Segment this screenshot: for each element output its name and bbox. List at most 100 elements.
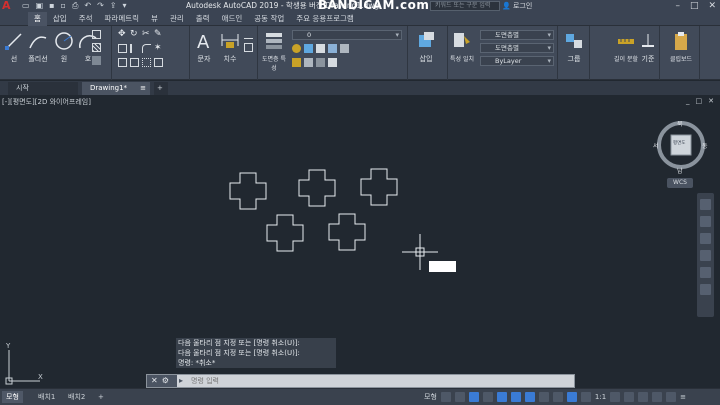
close-icon[interactable]: ✕ <box>708 0 716 12</box>
ribbon-tab[interactable]: 출력 <box>190 12 216 26</box>
tab-start[interactable]: 시작 <box>8 82 78 95</box>
layer-isolate-icon[interactable] <box>328 44 337 53</box>
array-icon[interactable] <box>142 58 151 67</box>
autocad-logo[interactable]: A <box>2 0 18 12</box>
layer-dropdown[interactable]: 0 <box>292 30 402 40</box>
workspace-dropdown-icon[interactable]: ▾ <box>122 1 126 11</box>
ribbon-tab[interactable]: 관리 <box>164 12 190 26</box>
table-icon[interactable] <box>244 43 253 52</box>
lineweight-toggle-icon[interactable] <box>538 392 549 402</box>
offset-icon[interactable] <box>154 58 163 67</box>
cross-shape-5[interactable] <box>328 213 366 251</box>
save-icon[interactable]: ▪ <box>49 1 54 11</box>
layer-merge-icon[interactable] <box>328 58 337 67</box>
snap-toggle-icon[interactable] <box>454 392 465 402</box>
erase-icon[interactable]: ✎ <box>154 30 163 39</box>
ribbon-tab[interactable]: 홈 <box>28 12 47 26</box>
hardware-accel-icon[interactable] <box>638 392 649 402</box>
auto-scale-icon[interactable] <box>580 392 591 402</box>
command-close-icon[interactable]: ✕ <box>151 376 162 385</box>
isodraft-toggle-icon[interactable] <box>496 392 507 402</box>
undo-icon[interactable]: ↶ <box>84 1 91 11</box>
annotation-scale-label[interactable]: 1:1 <box>595 392 606 403</box>
grid-toggle-icon[interactable] <box>440 392 451 402</box>
layer-lock-icon[interactable] <box>316 44 325 53</box>
ribbon-tab[interactable]: 공동 작업 <box>248 12 290 26</box>
layer-current-icon[interactable] <box>292 58 301 67</box>
dimension-button[interactable]: 치수 <box>218 30 242 64</box>
trim-icon[interactable]: ✂ <box>142 30 151 39</box>
tab-layout1[interactable]: 배치1 <box>34 391 59 403</box>
sign-in-button[interactable]: 👤 로그인 <box>502 1 532 11</box>
scale-icon[interactable] <box>130 58 139 67</box>
viewcube-west-label[interactable]: 서 <box>653 141 659 150</box>
annotation-visibility-icon[interactable] <box>566 392 577 402</box>
move-icon[interactable]: ✥ <box>118 30 127 39</box>
cross-shape-2[interactable] <box>298 169 336 207</box>
layer-previous-icon[interactable] <box>304 58 313 67</box>
steering-wheel-icon[interactable] <box>700 199 711 210</box>
redo-icon[interactable]: ↷ <box>97 1 104 11</box>
object-snap-icon[interactable] <box>524 392 535 402</box>
insert-button[interactable]: 삽입 <box>414 30 438 64</box>
layer-freeze-icon[interactable] <box>304 44 313 53</box>
minimize-icon[interactable]: – <box>675 0 680 12</box>
tab-menu-icon[interactable]: ≡ <box>140 82 146 94</box>
new-tab-button[interactable]: + <box>154 82 168 95</box>
ribbon-tab[interactable]: 파라메트릭 <box>99 12 146 26</box>
tab-layout2[interactable]: 배치2 <box>64 391 89 403</box>
layer-walk-icon[interactable] <box>316 58 325 67</box>
status-customize-icon[interactable]: ≡ <box>680 392 686 403</box>
save-as-icon[interactable]: ▫ <box>61 1 66 11</box>
layer-match-icon[interactable] <box>340 44 349 53</box>
model-space-label[interactable]: 모형 <box>424 392 437 403</box>
base-button[interactable]: 기준 <box>636 30 660 64</box>
ribbon-tab[interactable]: 애드인 <box>216 12 249 26</box>
mirror-icon[interactable] <box>130 44 139 53</box>
plot-icon[interactable]: ⎙ <box>72 1 78 11</box>
tab-drawing1[interactable]: Drawing1* ≡ <box>82 82 150 95</box>
showmotion-icon[interactable] <box>700 267 711 278</box>
clean-screen-icon[interactable] <box>666 392 677 402</box>
text-button[interactable]: A 문자 <box>192 30 216 64</box>
stretch-icon[interactable] <box>118 58 127 67</box>
ribbon-tab[interactable]: 삽입 <box>47 12 73 26</box>
new-file-icon[interactable]: ▭ <box>22 1 30 11</box>
ribbon-tab[interactable]: 주석 <box>73 12 99 26</box>
viewcube-east-label[interactable]: 동 <box>702 141 708 150</box>
fillet-icon[interactable] <box>142 44 151 53</box>
copy-icon[interactable] <box>118 44 127 53</box>
rectangle-icon[interactable] <box>92 30 101 39</box>
navbar-customize-icon[interactable] <box>700 284 711 295</box>
workspace-switch-icon[interactable] <box>610 392 621 402</box>
leader-icon[interactable] <box>244 30 253 39</box>
tab-model[interactable]: 모형 <box>2 391 23 403</box>
isolate-objects-icon[interactable] <box>652 392 663 402</box>
add-layout-button[interactable]: + <box>94 391 108 403</box>
orbit-icon[interactable] <box>700 250 711 261</box>
cross-shape-1[interactable] <box>229 172 267 210</box>
rotate-icon[interactable]: ↻ <box>130 30 139 39</box>
drawing-canvas[interactable]: Y X <box>0 95 720 387</box>
lineweight-dropdown[interactable]: ByLayer <box>480 56 554 66</box>
polyline-button[interactable]: 폴리선 <box>26 30 50 64</box>
object-snap-tracking-icon[interactable] <box>510 392 521 402</box>
command-customize-icon[interactable]: ⚙ <box>162 376 173 385</box>
line-button[interactable]: 선 <box>2 30 26 64</box>
pan-icon[interactable] <box>700 216 711 227</box>
group-button[interactable]: 그룹 <box>562 30 586 64</box>
search-box[interactable]: 키워드 또는 구문 입력 <box>430 1 500 11</box>
open-file-icon[interactable]: ▣ <box>36 1 44 11</box>
color-dropdown[interactable]: 도면층별 <box>480 30 554 40</box>
circle-button[interactable]: 원 <box>52 30 76 64</box>
linetype-dropdown[interactable]: 도면층별 <box>480 43 554 53</box>
units-icon[interactable] <box>624 392 635 402</box>
gradient-icon[interactable] <box>92 56 101 65</box>
hatch-icon[interactable] <box>92 43 101 52</box>
polar-toggle-icon[interactable] <box>482 392 493 402</box>
layer-off-icon[interactable] <box>292 44 301 53</box>
cross-shape-4[interactable] <box>266 214 304 252</box>
layer-properties-button[interactable]: 도면층 특성 <box>260 30 288 72</box>
cross-shape-3[interactable] <box>360 168 398 206</box>
viewcube-south-label[interactable]: 남 <box>677 166 683 175</box>
